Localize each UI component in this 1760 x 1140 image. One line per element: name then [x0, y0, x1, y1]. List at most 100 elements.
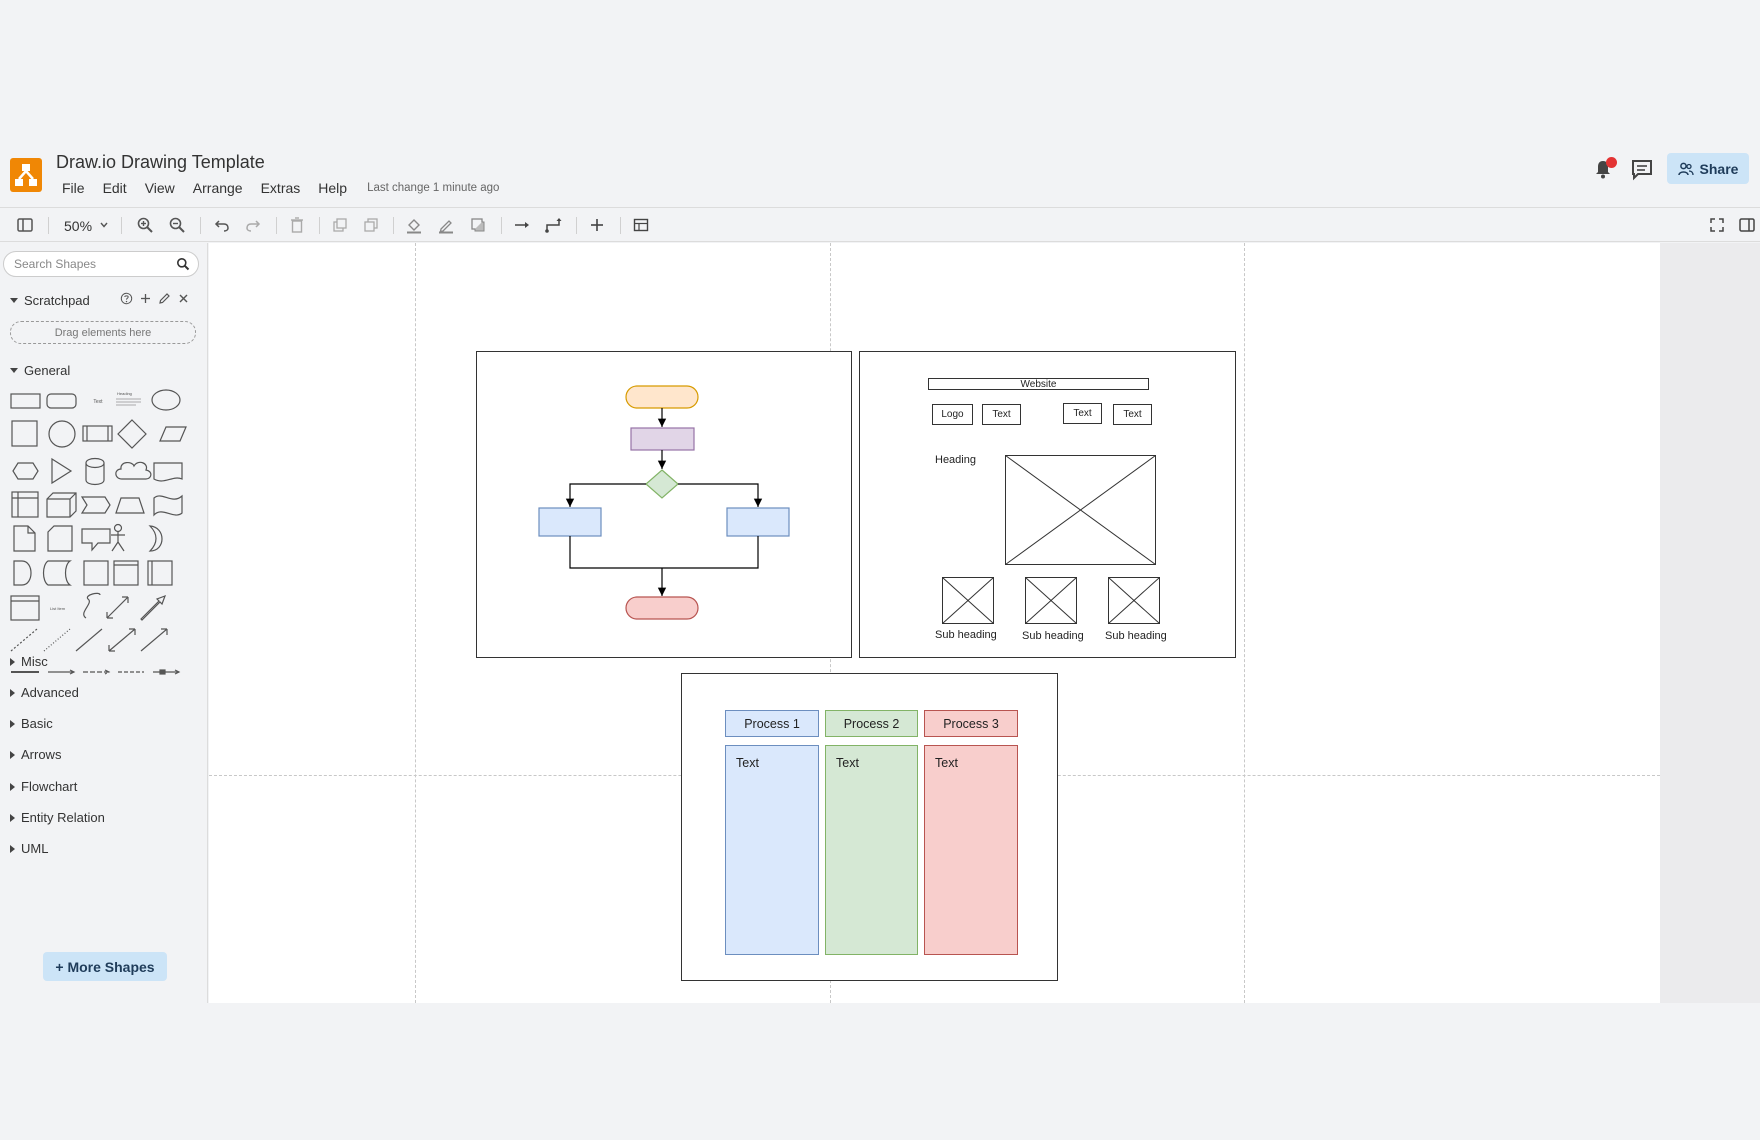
section-basic[interactable]: Basic [10, 716, 53, 731]
zoom-out-icon[interactable] [168, 216, 186, 234]
menu-bar: File Edit View Arrange Extras Help Last … [62, 180, 499, 196]
insert-plus-icon[interactable] [588, 216, 606, 234]
shape-rectangle [10, 393, 41, 409]
redo-icon[interactable] [244, 216, 262, 234]
zoom-in-icon[interactable] [136, 216, 154, 234]
page-guide [1244, 243, 1245, 1003]
add-icon[interactable] [139, 292, 152, 305]
process-lanes-frame[interactable]: Process 1 Text Process 2 Text Process 3 … [681, 673, 1058, 981]
to-front-icon[interactable] [331, 216, 349, 234]
lane-process-1-body[interactable]: Text [725, 745, 819, 955]
shape-square [11, 420, 38, 447]
wireframe-frame[interactable]: Website Logo Text Text Text Heading Sub … [859, 351, 1236, 658]
wireframe-logo[interactable]: Logo [932, 404, 973, 425]
scratchpad-dropzone[interactable]: Drag elements here [10, 321, 196, 344]
fill-color-icon[interactable] [405, 216, 423, 234]
svg-text:Text: Text [93, 399, 103, 405]
shape-trapezoid [115, 497, 145, 514]
section-uml[interactable]: UML [10, 841, 48, 856]
menu-view[interactable]: View [145, 180, 175, 196]
section-general[interactable]: General [10, 363, 70, 378]
section-arrows[interactable]: Arrows [10, 747, 61, 762]
undo-icon[interactable] [213, 216, 231, 234]
search-icon[interactable] [176, 257, 190, 271]
drawing-canvas[interactable]: Website Logo Text Text Text Heading Sub … [209, 243, 1660, 1003]
menu-edit[interactable]: Edit [103, 180, 127, 196]
section-flowchart[interactable]: Flowchart [10, 779, 77, 794]
shape-circle [48, 420, 76, 448]
edit-pencil-icon[interactable] [158, 292, 171, 305]
menu-arrange[interactable]: Arrange [193, 180, 243, 196]
caret-right-icon [10, 688, 15, 697]
close-icon[interactable] [177, 292, 190, 305]
table-icon[interactable] [632, 216, 650, 234]
wireframe-banner[interactable]: Website [928, 378, 1149, 390]
shape-card [47, 525, 73, 552]
menu-extras[interactable]: Extras [261, 180, 301, 196]
lane-process-2-body[interactable]: Text [825, 745, 918, 955]
share-button[interactable]: Share [1667, 153, 1749, 184]
section-misc[interactable]: Misc [10, 654, 48, 669]
flowchart-process-box [630, 427, 695, 451]
shape-document [153, 462, 183, 482]
wireframe-image-placeholder[interactable] [1108, 577, 1160, 624]
zoom-select[interactable]: 50% [64, 218, 92, 234]
help-icon[interactable] [120, 292, 133, 305]
toolbar: 50% [0, 207, 1760, 242]
lane-process-2-header[interactable]: Process 2 [825, 710, 918, 737]
shape-cube [46, 492, 77, 518]
menu-file[interactable]: File [62, 180, 85, 196]
fullscreen-icon[interactable] [1708, 216, 1726, 234]
wireframe-nav-text[interactable]: Text [1113, 404, 1152, 425]
wireframe-nav-text[interactable]: Text [982, 404, 1021, 425]
to-back-icon[interactable] [362, 216, 380, 234]
shape-container [83, 560, 109, 586]
section-entity-relation[interactable]: Entity Relation [10, 810, 105, 825]
wireframe-image-placeholder[interactable] [1025, 577, 1077, 624]
wireframe-sub-heading[interactable]: Sub heading [1022, 630, 1084, 642]
document-title[interactable]: Draw.io Drawing Template [56, 152, 265, 173]
scratchpad-label: Scratchpad [24, 293, 90, 308]
flowchart-left-branch-box [538, 507, 602, 537]
chevron-down-icon[interactable] [99, 220, 109, 230]
wireframe-image-placeholder[interactable] [942, 577, 994, 624]
shape-note [13, 525, 36, 552]
lane-process-3-header[interactable]: Process 3 [924, 710, 1018, 737]
scratchpad-tools [120, 292, 190, 305]
wireframe-sub-heading[interactable]: Sub heading [935, 629, 997, 641]
wireframe-nav-text[interactable]: Text [1063, 403, 1102, 424]
shape-cylinder [85, 457, 105, 486]
wireframe-sub-heading[interactable]: Sub heading [1105, 630, 1167, 642]
shape-directional-connector [140, 628, 168, 652]
wireframe-heading[interactable]: Heading [935, 454, 976, 466]
shape-triangle [51, 457, 73, 485]
waypoints-icon[interactable] [544, 216, 562, 234]
flowchart-frame[interactable] [476, 351, 852, 658]
search-shapes-input[interactable] [14, 256, 169, 272]
lane-process-3-body[interactable]: Text [924, 745, 1018, 955]
edge-decision-to-right [678, 483, 763, 507]
wireframe-hero-image-placeholder[interactable] [1005, 455, 1156, 565]
format-panel-toggle-icon[interactable] [1738, 216, 1756, 234]
last-change-status[interactable]: Last change 1 minute ago [367, 182, 499, 194]
shape-internal-storage [11, 491, 39, 518]
flowchart-right-branch-box [726, 507, 790, 537]
connection-arrow-icon[interactable] [513, 216, 531, 234]
section-scratchpad[interactable]: Scratchpad [10, 293, 90, 308]
lane-process-1-header[interactable]: Process 1 [725, 710, 819, 737]
menu-help[interactable]: Help [318, 180, 347, 196]
delete-icon[interactable] [288, 216, 306, 234]
shape-bidirectional-arrow [106, 596, 129, 619]
shape-ellipse [151, 389, 181, 411]
line-color-icon[interactable] [437, 216, 455, 234]
drawio-logo-icon[interactable] [10, 158, 42, 192]
comments-icon[interactable] [1630, 157, 1654, 181]
caret-right-icon [10, 782, 15, 791]
toggle-sidebar-icon[interactable] [16, 216, 34, 234]
shadow-icon[interactable] [469, 216, 487, 234]
general-shapes-palette[interactable]: Text Heading List Item [8, 389, 198, 689]
section-advanced[interactable]: Advanced [10, 685, 79, 700]
flowchart-diagram[interactable] [477, 352, 853, 659]
more-shapes-button[interactable]: + More Shapes [43, 952, 167, 981]
edge-left-to-merge [569, 536, 662, 569]
